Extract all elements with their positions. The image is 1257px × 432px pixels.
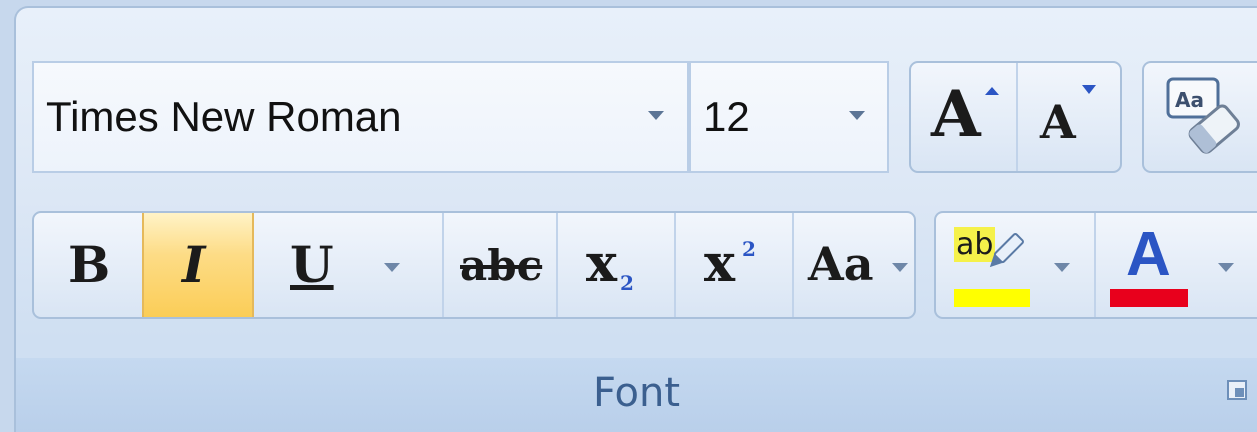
group-label: Font xyxy=(592,370,681,416)
highlight-color-bar xyxy=(954,289,1030,307)
font-name-value: Times New Roman xyxy=(46,93,402,140)
underline-button[interactable]: U xyxy=(254,213,442,317)
superscript-mark: 2 xyxy=(742,237,756,261)
strikethrough-button[interactable]: abc xyxy=(442,213,556,317)
subscript-base: x xyxy=(586,233,618,294)
grow-font-glyph: A xyxy=(931,77,981,152)
change-case-button[interactable]: Aa xyxy=(792,213,914,317)
font-size-combobox[interactable]: 12 xyxy=(689,61,889,173)
chevron-down-icon[interactable] xyxy=(1054,263,1070,272)
chevron-down-icon[interactable] xyxy=(849,111,865,120)
font-name-combobox[interactable]: Times New Roman xyxy=(32,61,689,173)
font-group: Times New Roman 12 A A Aa B I U abc x 2 … xyxy=(14,6,1257,432)
bold-glyph: B xyxy=(68,235,111,294)
shrink-down-arrow-icon xyxy=(1082,85,1096,94)
chevron-down-icon[interactable] xyxy=(384,263,400,272)
clear-formatting-button[interactable]: Aa xyxy=(1142,61,1257,173)
text-highlight-button[interactable]: ab xyxy=(936,213,1094,317)
chevron-down-icon[interactable] xyxy=(1218,263,1234,272)
clear-formatting-text: Aa xyxy=(1175,88,1204,112)
pen-icon xyxy=(989,233,1024,268)
subscript-mark: 2 xyxy=(620,271,634,295)
chevron-down-icon[interactable] xyxy=(648,111,664,120)
strikethrough-glyph: abc xyxy=(460,241,543,290)
shrink-font-glyph: A xyxy=(1040,95,1076,149)
font-color-glyph: A xyxy=(1126,220,1171,289)
underline-glyph: U xyxy=(290,235,334,294)
italic-glyph: I xyxy=(182,235,206,294)
grow-font-button[interactable]: A xyxy=(911,63,1016,171)
grow-up-arrow-icon xyxy=(985,87,999,95)
dialog-launcher-icon[interactable] xyxy=(1227,380,1247,400)
chevron-down-icon[interactable] xyxy=(892,263,908,272)
bold-button[interactable]: B xyxy=(34,213,142,317)
eraser-icon: Aa xyxy=(1166,77,1240,154)
change-case-glyph: Aa xyxy=(808,237,874,291)
font-color-button[interactable]: A xyxy=(1094,213,1257,317)
color-buttons: ab A xyxy=(934,211,1257,319)
subscript-button[interactable]: x 2 xyxy=(556,213,674,317)
font-size-buttons: A A xyxy=(909,61,1122,173)
font-color-bar xyxy=(1110,289,1188,307)
font-size-value: 12 xyxy=(703,93,750,140)
shrink-font-button[interactable]: A xyxy=(1016,63,1120,171)
superscript-base: x xyxy=(704,233,736,294)
italic-button[interactable]: I xyxy=(142,213,254,317)
formatting-buttons: B I U abc x 2 x 2 Aa xyxy=(32,211,916,319)
superscript-button[interactable]: x 2 xyxy=(674,213,792,317)
